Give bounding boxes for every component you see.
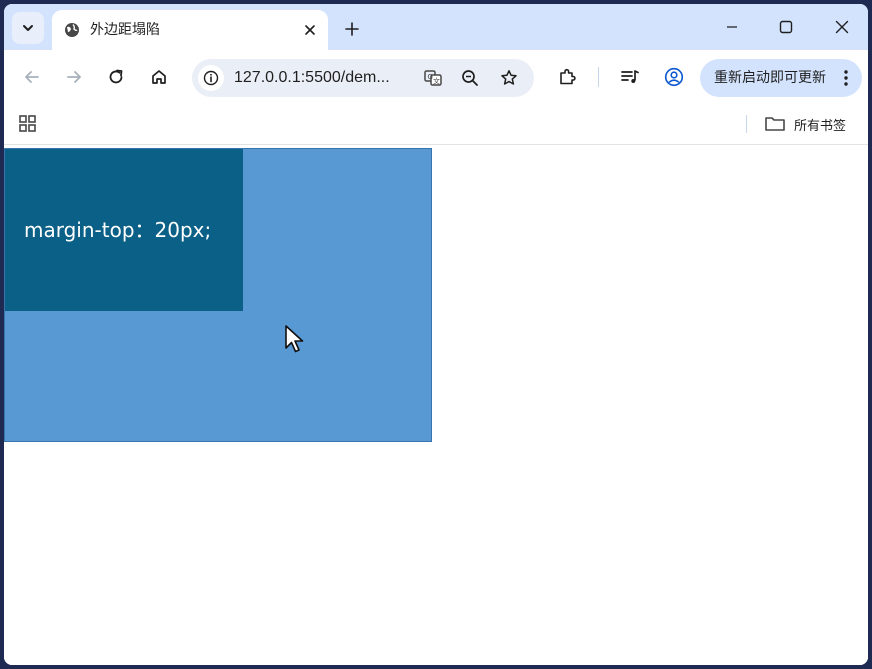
media-control-button[interactable] [616,63,644,91]
profile-button[interactable] [660,63,688,91]
son-text: margin-top：20px; [24,218,212,242]
chevron-down-icon [22,22,34,34]
page-viewport: margin-top：20px; [4,148,868,665]
toolbar: 127.0.0.1:5500/dem... G文 重新启动即可更新 [4,50,868,104]
tab-title: 外边距塌陷 [90,22,160,38]
puzzle-icon [560,68,576,85]
queue-music-icon [621,70,639,83]
bookmarks-divider [746,115,747,133]
minimize-button[interactable] [712,12,752,42]
globe-icon [64,22,80,38]
close-icon [835,20,849,34]
info-icon [203,70,219,86]
all-bookmarks-folder[interactable]: 所有书签 [764,113,846,135]
home-button[interactable] [145,63,173,91]
apps-grid-icon[interactable] [18,114,38,134]
maximize-icon [779,20,793,34]
more-vertical-icon[interactable] [836,67,856,89]
bookmark-folder-label: 所有书签 [794,118,847,134]
account-icon [664,67,684,87]
window-close-button[interactable] [822,12,862,42]
translate-icon[interactable]: G文 [422,67,444,89]
folder-icon [764,115,786,133]
tab-close-button[interactable] [300,20,320,40]
update-label: 重新启动即可更新 [714,70,826,86]
relaunch-update-button[interactable]: 重新启动即可更新 [700,59,862,97]
site-info-button[interactable] [198,65,224,91]
bookmarks-bar: 所有书签 [4,104,868,145]
forward-button[interactable] [60,63,88,91]
tab-search-button[interactable] [12,12,44,44]
star-icon[interactable] [498,67,520,89]
minimize-icon [727,26,737,28]
close-icon [305,25,315,35]
browser-window: 外边距塌陷 127.0.0.1:5500/dem... G 文 重新启动即可更新… [4,4,868,665]
son-box: margin-top：20px; [5,149,243,311]
tab-strip: 外边距塌陷 [4,4,868,50]
back-button[interactable] [18,63,46,91]
father-box: margin-top：20px; [4,148,432,442]
address-bar[interactable]: 127.0.0.1:5500/dem... G文 [192,59,534,97]
home-icon [152,70,166,84]
reload-icon [109,69,123,84]
url-text[interactable]: 127.0.0.1:5500/dem... [234,69,390,87]
tab-active[interactable]: 外边距塌陷 [52,10,328,50]
svg-text:文: 文 [433,77,440,86]
zoom-icon[interactable] [459,67,481,89]
toolbar-divider [598,67,599,87]
maximize-button[interactable] [766,12,806,42]
reload-button[interactable] [102,63,130,91]
new-tab-button[interactable] [338,15,366,43]
plus-icon [345,22,359,36]
extensions-button[interactable] [553,63,581,91]
arrow-right-icon [67,71,81,83]
arrow-left-icon [25,71,39,83]
mouse-cursor-icon [284,324,306,354]
